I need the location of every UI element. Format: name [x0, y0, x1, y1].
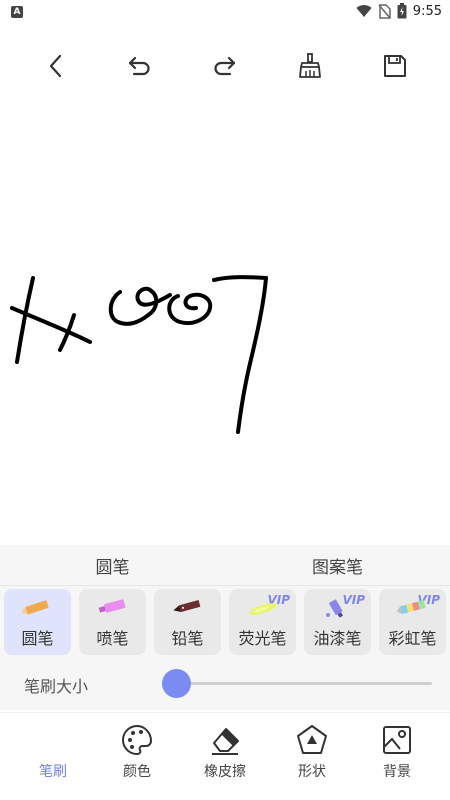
pen-card-paint[interactable]: VIP 油漆笔: [304, 589, 371, 655]
pen-label: 荧光笔: [238, 629, 287, 648]
pen-category-tabs: 圆笔 图案笔: [0, 545, 450, 585]
save-button[interactable]: [379, 50, 411, 82]
pen-label: 铅笔: [171, 629, 204, 648]
paint-pen-icon: [325, 599, 343, 618]
redo-icon: [214, 56, 236, 76]
status-bar: A 9:55: [0, 0, 450, 24]
nav-label-shape: 形状: [298, 764, 326, 780]
nav-label-eraser: 橡皮擦: [204, 764, 246, 780]
pen-label: 圆笔: [21, 629, 54, 648]
palette-icon: [122, 724, 153, 756]
brush-size-slider-thumb[interactable]: [162, 669, 191, 698]
brush-panel: 圆笔 图案笔 圆笔 喷笔 铅笔 VIP 荧光笔 VIP 油漆笔 VIP 彩虹笔 …: [0, 545, 450, 710]
shape-icon: [297, 725, 327, 754]
no-sim-icon: [378, 3, 391, 19]
pen-card-airbrush[interactable]: 喷笔: [79, 589, 146, 655]
pen-label: 彩虹笔: [388, 629, 437, 648]
nav-color[interactable]: 颜色: [97, 713, 177, 800]
brush-size-row: 笔刷大小: [0, 665, 450, 701]
save-icon: [384, 55, 406, 77]
pen-card-highlighter[interactable]: VIP 荧光笔: [229, 589, 296, 655]
clear-brush-icon: [299, 53, 321, 78]
rainbow-pen-icon: [396, 600, 426, 614]
nav-label-brush: 笔刷: [39, 764, 67, 780]
eraser-icon: [212, 728, 239, 755]
wifi-icon: [356, 5, 372, 18]
undo-button[interactable]: [124, 50, 156, 82]
brush-size-slider[interactable]: [176, 682, 432, 685]
status-time: 9:55: [412, 3, 442, 19]
nav-shape[interactable]: 形状: [272, 713, 352, 800]
pen-card-round[interactable]: 圆笔: [4, 589, 71, 655]
brush-size-label: 笔刷大小: [24, 677, 89, 696]
airbrush-pen-icon: [98, 599, 125, 613]
clear-canvas-button[interactable]: [294, 50, 326, 82]
back-button[interactable]: [40, 50, 72, 82]
redo-button[interactable]: [208, 50, 240, 82]
drawing-canvas[interactable]: [0, 92, 450, 542]
nav-label-color: 颜色: [123, 764, 151, 780]
bottom-nav: 笔刷 颜色 橡皮擦 形状 背景: [0, 712, 450, 800]
highlighter-icon: [249, 603, 276, 615]
tab-round-pen[interactable]: 圆笔: [0, 545, 225, 585]
drawing-strokes: [10, 275, 268, 434]
tab-pattern-pen[interactable]: 图案笔: [225, 545, 450, 585]
battery-charging-icon: [397, 3, 407, 19]
pen-label: 油漆笔: [313, 629, 362, 648]
nav-eraser[interactable]: 橡皮擦: [185, 713, 265, 800]
back-icon: [49, 54, 62, 78]
nav-label-background: 背景: [383, 764, 411, 780]
background-image-icon: [383, 726, 411, 754]
status-icons: 9:55: [356, 3, 442, 19]
round-pen-icon: [20, 600, 48, 615]
pen-list: 圆笔 喷笔 铅笔 VIP 荧光笔 VIP 油漆笔 VIP 彩虹笔: [4, 589, 446, 657]
pen-card-rainbow[interactable]: VIP 彩虹笔: [379, 589, 446, 655]
top-toolbar: [0, 40, 450, 92]
notification-app-icon: A: [11, 6, 23, 18]
undo-icon: [128, 56, 150, 76]
nav-background[interactable]: 背景: [357, 713, 437, 800]
pen-card-pencil[interactable]: 铅笔: [154, 589, 221, 655]
pen-label: 喷笔: [96, 629, 129, 648]
pencil-icon: [172, 600, 200, 612]
nav-brush[interactable]: 笔刷: [13, 713, 93, 800]
tab-divider: [0, 585, 450, 586]
